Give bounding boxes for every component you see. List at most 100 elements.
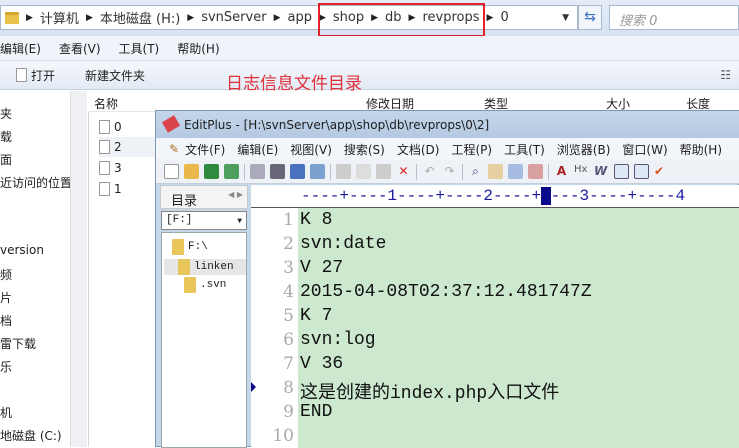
copy-icon[interactable] [356,164,371,179]
menu-file[interactable]: 文件(F) [185,141,225,158]
drive-select[interactable]: [F:] ▼ [161,211,247,230]
chevron-right-icon[interactable]: ▶ [26,13,33,23]
crumb-svnserver[interactable]: svnServer [201,10,266,25]
code-line[interactable]: V 27 [300,258,343,278]
nav-item[interactable]: 夹 [0,105,12,122]
indent-icon[interactable] [528,164,543,179]
tree-node[interactable]: F:\ [172,239,208,255]
nav-item[interactable]: 地磁盘 (C:) [0,427,62,444]
open-button[interactable]: 打开 [31,67,55,84]
crumb-0[interactable]: 0 [500,10,508,25]
menu-tools[interactable]: 工具(T) [119,40,160,57]
code-line[interactable]: 2015-04-08T02:37:12.481747Z [300,282,592,302]
file-item-selected[interactable]: 2 [99,137,161,157]
replace-icon[interactable] [488,164,503,179]
menu-help[interactable]: 帮助(H) [177,40,219,57]
code-line[interactable]: svn:date [300,234,386,254]
nav-item[interactable]: 雷下载 [0,335,36,352]
editplus-menubar: ✎ 文件(F) 编辑(E) 视图(V) 搜索(S) 文档(D) 工程(P) 工具… [156,138,739,160]
line-number-toggle-icon[interactable] [614,164,629,179]
print-icon[interactable] [270,164,285,179]
code-line[interactable]: K 7 [300,306,332,326]
command-bar: 打开 新建文件夹 ☷ [0,60,739,90]
cut-icon[interactable] [336,164,351,179]
file-name: 3 [114,161,122,175]
chevron-right-icon[interactable]: ▶ [187,13,194,23]
file-icon [99,120,110,134]
code-line[interactable]: K 8 [300,210,332,230]
code-editor[interactable]: K 8 svn:date V 27 2015-04-08T02:37:12.48174… [298,208,739,448]
directory-tab-label: 目录 [171,194,198,209]
find-icon[interactable]: ⌕ [468,164,483,179]
nav-item[interactable]: 面 [0,151,12,168]
code-line[interactable]: svn:log [300,330,376,350]
separator [244,163,245,180]
print-preview-icon[interactable] [250,164,265,179]
breadcrumb[interactable]: ▶ 计算机 ▶ 本地磁盘 (H:) ▶ svnServer ▶ app ▶ shop ▶ d… [0,5,578,30]
directory-tab[interactable]: 目录 ◀ ▶ [160,185,248,209]
nav-item[interactable]: 档 [0,312,12,329]
nav-item[interactable]: version [0,243,44,257]
word-wrap-icon[interactable]: W [594,164,609,179]
menu-help[interactable]: 帮助(H) [680,141,722,158]
nav-item[interactable]: 频 [0,266,12,283]
undo-icon[interactable]: ↶ [422,164,437,179]
paste-icon[interactable] [376,164,391,179]
menu-window[interactable]: 窗口(W) [622,141,667,158]
tree-label: linken [194,261,234,273]
chevron-right-icon[interactable]: ▶ [487,13,494,23]
nav-item[interactable]: 机 [0,404,12,421]
tab-scroll-arrows-icon[interactable]: ◀ ▶ [228,190,243,199]
check-icon[interactable]: ✔ [654,164,669,179]
nav-item[interactable]: 近访问的位置 [0,174,70,191]
nav-item[interactable]: 片 [0,289,12,306]
menu-edit[interactable]: 编辑(E) [0,40,41,57]
file-item[interactable]: 3 [99,158,161,178]
menu-view[interactable]: 查看(V) [59,40,101,57]
refresh-button[interactable]: ⇆ [578,5,602,30]
tree-label: .svn [200,279,227,291]
crumb-drive[interactable]: 本地磁盘 (H:) [100,8,180,27]
dropdown-icon[interactable]: ▼ [562,13,569,23]
tree-node-selected[interactable]: linken [164,259,246,275]
menu-document[interactable]: 文档(D) [397,141,440,158]
view-options-icon[interactable]: ☷ [720,68,731,82]
menu-edit[interactable]: 编辑(E) [237,141,278,158]
save-icon[interactable] [204,164,219,179]
navigation-pane: 夹 载 面 近访问的位置 version 频 片 档 雷下载 乐 机 地磁盘 (… [0,91,70,447]
spellcheck-icon[interactable] [290,164,305,179]
delete-icon[interactable]: ✕ [396,164,411,179]
crumb-app[interactable]: app [287,10,311,25]
nav-item[interactable]: 载 [0,128,12,145]
chevron-right-icon[interactable]: ▶ [86,13,93,23]
tree-node[interactable]: .svn [184,277,226,293]
hex-icon[interactable]: Hx [574,164,589,179]
file-item[interactable]: 1 [99,179,161,199]
nav-scrollbar[interactable] [70,91,87,447]
editplus-window: EditPlus - [H:\svnServer\app\shop\db\rev… [155,110,739,448]
ruler-toggle-icon[interactable] [634,164,649,179]
nav-item[interactable]: 乐 [0,358,12,375]
chevron-right-icon[interactable]: ▶ [274,13,281,23]
search-input[interactable]: 搜索 0 [609,5,739,30]
code-line[interactable]: V 36 [300,354,343,374]
file-item[interactable]: 0 [99,117,161,137]
crumb-computer[interactable]: 计算机 [40,8,79,27]
new-file-icon[interactable] [164,164,179,179]
browser-icon[interactable] [310,164,325,179]
column-name[interactable]: 名称 [94,95,118,112]
new-folder-button[interactable]: 新建文件夹 [85,67,145,84]
menu-tools[interactable]: 工具(T) [504,141,545,158]
open-file-icon[interactable] [184,164,199,179]
menu-search[interactable]: 搜索(S) [344,141,385,158]
menu-view[interactable]: 视图(V) [290,141,332,158]
code-line[interactable]: END [300,402,332,422]
menu-browser[interactable]: 浏览器(B) [557,141,611,158]
code-line[interactable]: 这是创建的index.php入口文件 [300,378,559,404]
font-icon[interactable]: A [554,164,569,179]
save-all-icon[interactable] [224,164,239,179]
menu-project[interactable]: 工程(P) [451,141,492,158]
goto-icon[interactable] [508,164,523,179]
file-icon [99,182,110,196]
redo-icon[interactable]: ↷ [442,164,457,179]
